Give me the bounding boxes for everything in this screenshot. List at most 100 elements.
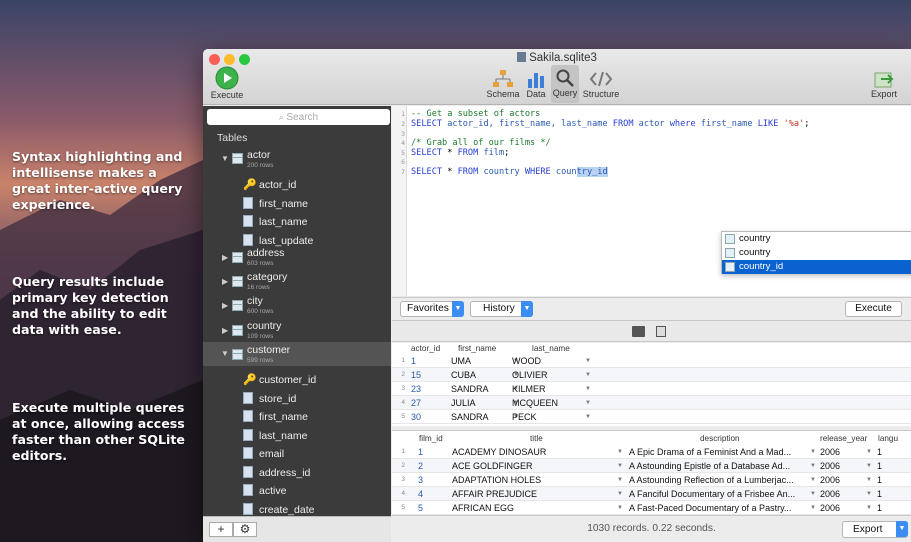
dropdown-arrow-icon[interactable]: ▼ [585, 354, 591, 368]
table-cell[interactable]: 2006 [820, 501, 860, 515]
table-cell[interactable]: A Fast-Paced Documentary of a Pastry... [629, 501, 807, 515]
table-cell[interactable]: 23 [411, 382, 451, 396]
dropdown-arrow-icon[interactable]: ▼ [810, 501, 816, 515]
table-cell[interactable]: 1 [877, 459, 897, 473]
sidebar-item-category[interactable]: ▶ category 16 rows [203, 269, 391, 293]
table-cell[interactable]: 2006 [820, 459, 860, 473]
table-row[interactable]: 3 3 ADAPTATION HOLES ▼ A Astounding Reflecti… [392, 473, 911, 487]
table-cell[interactable]: A Epic Drama of a Feminist And a Mad... [629, 445, 807, 459]
table-cell[interactable]: A Astounding Reflection of a Lumberjac..… [629, 473, 807, 487]
table-row[interactable]: 3 23 SANDRA ▼ KILMER ▼ [392, 382, 911, 396]
table-cell[interactable]: 3 [418, 473, 448, 487]
result-grid-actors[interactable]: actor_id first_name last_name 1 1 UMA ▼ WOOD… [392, 343, 911, 426]
table-cell[interactable]: 1 [877, 501, 897, 515]
table-row[interactable]: 5 5 AFRICAN EGG ▼ A Fast-Paced Documentary o… [392, 501, 911, 515]
history-dropdown[interactable]: History ▼ [470, 301, 533, 317]
table-cell[interactable]: A Fanciful Documentary of a Frisbee An..… [629, 487, 807, 501]
dropdown-arrow-icon[interactable]: ▼ [810, 487, 816, 501]
column-header[interactable]: description [700, 433, 740, 444]
table-cell[interactable]: 1 [877, 473, 897, 487]
table-cell[interactable]: OLIVIER [512, 368, 584, 382]
dropdown-arrow-icon[interactable]: ▼ [585, 382, 591, 396]
dropdown-arrow-icon[interactable]: ▼ [810, 459, 816, 473]
table-cell[interactable]: WOOD [512, 354, 584, 368]
dropdown-arrow-icon[interactable]: ▼ [617, 501, 623, 515]
disclosure-right-icon[interactable]: ▶ [222, 301, 228, 310]
table-row[interactable]: 2 15 CUBA ▼ OLIVIER ▼ [392, 368, 911, 382]
table-cell[interactable]: 2 [418, 459, 448, 473]
column-header[interactable]: first_name [458, 343, 496, 354]
table-cell[interactable]: KILMER [512, 382, 584, 396]
column-header[interactable]: film_id [419, 433, 443, 444]
table-cell[interactable]: 1 [877, 487, 897, 501]
dropdown-arrow-icon[interactable]: ▼ [810, 445, 816, 459]
dropdown-arrow-icon[interactable]: ▼ [866, 473, 872, 487]
folder-icon[interactable] [632, 326, 645, 337]
table-cell[interactable]: SANDRA [451, 382, 511, 396]
table-cell[interactable]: 30 [411, 410, 451, 424]
dropdown-arrow-icon[interactable]: ▼ [866, 459, 872, 473]
disclosure-down-icon[interactable]: ▼ [221, 154, 229, 163]
data-toolbar-button[interactable]: Data [524, 69, 548, 99]
disclosure-right-icon[interactable]: ▶ [222, 326, 228, 335]
structure-toolbar-button[interactable]: Structure [581, 69, 621, 99]
column-header[interactable]: title [530, 433, 543, 444]
column-header[interactable]: last_name [532, 343, 570, 354]
table-cell[interactable]: ACADEMY DINOSAUR [452, 445, 612, 459]
sidebar-item-country[interactable]: ▶ country 109 rows [203, 318, 391, 342]
autocomplete-item-selected[interactable]: country_id [722, 260, 911, 274]
table-row[interactable]: 5 30 SANDRA ▼ PECK ▼ [392, 410, 911, 424]
sidebar-item-address[interactable]: ▶ address 603 rows [203, 245, 391, 269]
export-toolbar-button[interactable]: Export [867, 67, 901, 99]
table-cell[interactable]: PECK [512, 410, 584, 424]
table-row[interactable]: 1 1 ACADEMY DINOSAUR ▼ A Epic Drama of a Fem… [392, 445, 911, 459]
disclosure-right-icon[interactable]: ▶ [222, 277, 228, 286]
table-cell[interactable]: UMA [451, 354, 511, 368]
dropdown-arrow-icon[interactable]: ▼ [866, 445, 872, 459]
table-cell[interactable]: MCQUEEN [512, 396, 584, 410]
add-table-button[interactable]: + [209, 522, 233, 537]
autocomplete-item[interactable]: country [722, 246, 911, 260]
table-cell[interactable]: 2006 [820, 445, 860, 459]
disclosure-down-icon[interactable]: ▼ [221, 349, 229, 358]
execute-toolbar-button[interactable]: Execute [207, 66, 247, 100]
table-cell[interactable]: CUBA [451, 368, 511, 382]
table-cell[interactable]: SANDRA [451, 410, 511, 424]
table-cell[interactable]: 1 [411, 354, 451, 368]
column-header[interactable]: actor_id [411, 343, 440, 354]
table-cell[interactable]: 4 [418, 487, 448, 501]
table-row[interactable]: 4 4 AFFAIR PREJUDICE ▼ A Fanciful Documentar… [392, 487, 911, 501]
export-button[interactable]: Export ▼ [842, 521, 908, 538]
disclosure-right-icon[interactable]: ▶ [222, 253, 228, 262]
table-cell[interactable]: ADAPTATION HOLES [452, 473, 612, 487]
copy-icon[interactable] [656, 326, 666, 337]
table-cell[interactable]: 1 [877, 445, 897, 459]
column-header[interactable]: langu [878, 433, 898, 444]
dropdown-arrow-icon[interactable]: ▼ [866, 487, 872, 501]
table-row[interactable]: 2 2 ACE GOLDFINGER ▼ A Astounding Epistle of… [392, 459, 911, 473]
table-row[interactable]: 1 1 UMA ▼ WOOD ▼ [392, 354, 911, 368]
table-cell[interactable]: JULIA [451, 396, 511, 410]
dropdown-arrow-icon[interactable]: ▼ [866, 501, 872, 515]
table-cell[interactable]: 27 [411, 396, 451, 410]
dropdown-arrow-icon[interactable]: ▼ [585, 368, 591, 382]
dropdown-arrow-icon[interactable]: ▼ [617, 459, 623, 473]
gear-button[interactable]: ⚙ [233, 522, 257, 537]
dropdown-arrow-icon[interactable]: ▼ [617, 473, 623, 487]
table-cell[interactable]: 15 [411, 368, 451, 382]
dropdown-arrow-icon[interactable]: ▼ [810, 473, 816, 487]
result-grid-films[interactable]: film_id title description release_year l… [392, 430, 911, 515]
table-cell[interactable]: 1 [418, 445, 448, 459]
execute-button[interactable]: Execute [845, 301, 902, 317]
table-cell[interactable]: A Astounding Epistle of a Database Ad... [629, 459, 807, 473]
sidebar-item-customer[interactable]: ▼ customer 599 rows [203, 342, 391, 366]
dropdown-arrow-icon[interactable]: ▼ [617, 445, 623, 459]
table-cell[interactable]: AFFAIR PREJUDICE [452, 487, 612, 501]
table-cell[interactable]: 5 [418, 501, 448, 515]
dropdown-arrow-icon[interactable]: ▼ [585, 410, 591, 424]
column-header[interactable]: release_year [820, 433, 867, 444]
table-cell[interactable]: 2006 [820, 473, 860, 487]
table-row[interactable]: 4 27 JULIA ▼ MCQUEEN ▼ [392, 396, 911, 410]
sidebar-search-input[interactable]: ⌕ Search [207, 109, 390, 125]
sidebar-item-actor[interactable]: ▼ actor 200 rows [203, 147, 391, 171]
